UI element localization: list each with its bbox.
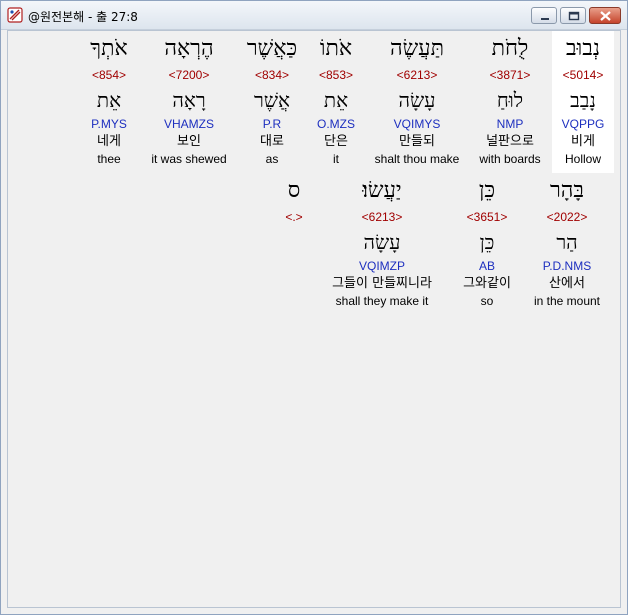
strong-number[interactable]: <5014> xyxy=(552,67,614,83)
korean-gloss: 만들되 xyxy=(399,134,435,149)
morphology-code: P.MYS xyxy=(91,117,127,131)
close-icon xyxy=(600,11,611,21)
morphology-code: AB xyxy=(478,259,495,273)
english-gloss: with boards xyxy=(479,152,541,166)
hebrew-word: יַעֲשׂוּ׃ xyxy=(362,178,402,203)
app-window: @원전본해 - 출 27:8 נְבוּב <5014> נָבַב VQPPG… xyxy=(0,0,628,615)
english-gloss: shalt thou make xyxy=(374,152,460,166)
korean-gloss: 그들이 만들찌니라 xyxy=(332,276,432,291)
minimize-button[interactable] xyxy=(531,7,557,24)
strong-number[interactable]: <.> xyxy=(280,209,308,225)
lemma: רָאָה xyxy=(172,88,206,112)
morphology-code: VQIMZP xyxy=(358,259,405,273)
morphology-code: VQIMYS xyxy=(393,117,441,131)
english-gloss: shall they make it xyxy=(335,294,429,308)
hebrew-word: תַּעֲשֶׂה xyxy=(389,36,445,61)
morphology-code: O.MZS xyxy=(317,117,355,131)
maximize-icon xyxy=(568,11,580,21)
hebrew-word: בָּהָר xyxy=(549,178,585,203)
korean-gloss: 그와같이 xyxy=(463,276,511,291)
korean-gloss: 널판으로 xyxy=(486,134,534,149)
lemma: כֵּן xyxy=(479,230,495,254)
strong-number[interactable]: <854> xyxy=(80,67,138,83)
morphology-code: P.D.NMS xyxy=(542,259,592,273)
korean-gloss: 보인 xyxy=(177,134,201,149)
english-gloss: it was shewed xyxy=(151,152,227,166)
hebrew-word: אֹתוֹ xyxy=(319,36,353,61)
lemma: אֵת xyxy=(323,88,349,112)
morphology-code: P.R xyxy=(262,117,282,131)
english-gloss: Hollow xyxy=(564,152,601,166)
close-button[interactable] xyxy=(589,7,621,24)
strong-number[interactable]: <853> xyxy=(310,67,362,83)
strong-number[interactable]: <2022> xyxy=(526,209,608,225)
minimize-icon xyxy=(541,18,549,20)
hebrew-word: נְבוּב xyxy=(566,36,600,61)
hebrew-word: כַּאֲשֶׁר xyxy=(246,36,298,61)
english-gloss: it xyxy=(333,152,339,166)
english-gloss: so xyxy=(480,294,494,308)
lemma: נָבַב xyxy=(570,88,596,112)
strong-number[interactable]: <6213> xyxy=(316,209,448,225)
english-gloss: thee xyxy=(97,152,121,166)
hebrew-word: הֶרְאָה xyxy=(164,36,214,61)
lemma: עָשָׂה xyxy=(398,88,436,112)
strong-number[interactable]: <3651> xyxy=(452,209,522,225)
hebrew-word: אֹתְךָ xyxy=(90,36,128,61)
title-bar[interactable]: @원전본해 - 출 27:8 xyxy=(1,1,627,30)
word-block[interactable]: יַעֲשׂוּ׃ <6213> עָשָׂה VQIMZP 그들이 만들찌니라… xyxy=(316,173,448,309)
korean-gloss: 산에서 xyxy=(549,276,585,291)
morphology-code: VHAMZS xyxy=(163,117,214,131)
morphology-code: NMP xyxy=(496,117,524,131)
lemma: אֵת xyxy=(96,88,122,112)
lemma: עָשָׂה xyxy=(363,230,401,254)
korean-gloss: 단은 xyxy=(324,134,348,149)
morphology-code: VQPPG xyxy=(561,117,605,131)
interlinear-view[interactable]: נְבוּב <5014> נָבַב VQPPG 비게 Hollow לֻחֹ… xyxy=(7,30,621,608)
lemma: לוּחַ xyxy=(496,88,524,112)
word-block[interactable]: אֹתְךָ <854> אֵת P.MYS 네게 thee xyxy=(80,31,138,167)
korean-gloss: 네게 xyxy=(97,134,121,149)
strong-number[interactable]: <6213> xyxy=(366,67,468,83)
word-block[interactable]: תַּעֲשֶׂה <6213> עָשָׂה VQIMYS 만들되 shalt… xyxy=(366,31,468,167)
hebrew-word: לֻחֹת xyxy=(491,36,529,61)
lemma: אֲשֶׁר xyxy=(254,88,290,112)
hebrew-word: כֵּן xyxy=(478,178,496,203)
strong-number[interactable]: <7200> xyxy=(142,67,236,83)
word-block[interactable]: ס <.> xyxy=(280,173,308,225)
lemma: הַר xyxy=(556,230,578,254)
word-block[interactable]: נְבוּב <5014> נָבַב VQPPG 비게 Hollow xyxy=(552,31,614,173)
app-book-icon[interactable] xyxy=(7,7,23,23)
word-block[interactable]: הֶרְאָה <7200> רָאָה VHAMZS 보인 it was sh… xyxy=(142,31,236,167)
korean-gloss: 비게 xyxy=(571,134,595,149)
word-block[interactable]: כַּאֲשֶׁר <834> אֲשֶׁר P.R 대로 as xyxy=(240,31,304,167)
word-block[interactable]: בָּהָר <2022> הַר P.D.NMS 산에서 in the mou… xyxy=(526,173,608,309)
word-block[interactable]: כֵּן <3651> כֵּן AB 그와같이 so xyxy=(452,173,522,309)
hebrew-word: ס xyxy=(287,178,301,203)
word-block[interactable]: לֻחֹת <3871> לוּחַ NMP 널판으로 with boards xyxy=(470,31,550,167)
maximize-button[interactable] xyxy=(560,7,586,24)
strong-number[interactable]: <3871> xyxy=(470,67,550,83)
word-block[interactable]: אֹתוֹ <853> אֵת O.MZS 단은 it xyxy=(310,31,362,167)
english-gloss: in the mount xyxy=(533,294,601,308)
window-title: @원전본해 - 출 27:8 xyxy=(28,10,138,24)
strong-number[interactable]: <834> xyxy=(240,67,304,83)
english-gloss: as xyxy=(265,152,279,166)
korean-gloss: 대로 xyxy=(260,134,284,149)
